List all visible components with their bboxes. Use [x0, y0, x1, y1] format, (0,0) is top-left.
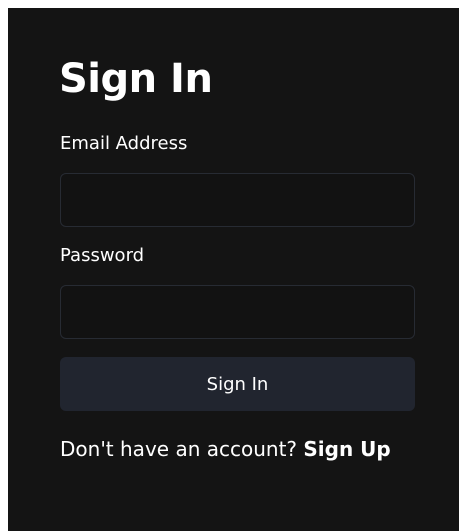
page-title: Sign In	[59, 56, 213, 102]
signup-prompt: Don't have an account? Sign Up	[60, 436, 391, 462]
password-label: Password	[60, 245, 145, 266]
password-field[interactable]	[60, 285, 415, 339]
sign-in-card: Sign In Email Address Password Sign In D…	[8, 8, 459, 531]
no-account-text: Don't have an account?	[60, 437, 304, 461]
sign-up-link[interactable]: Sign Up	[303, 437, 390, 461]
email-field[interactable]	[60, 173, 415, 227]
sign-in-button[interactable]: Sign In	[60, 357, 415, 411]
email-label: Email Address	[60, 133, 188, 154]
